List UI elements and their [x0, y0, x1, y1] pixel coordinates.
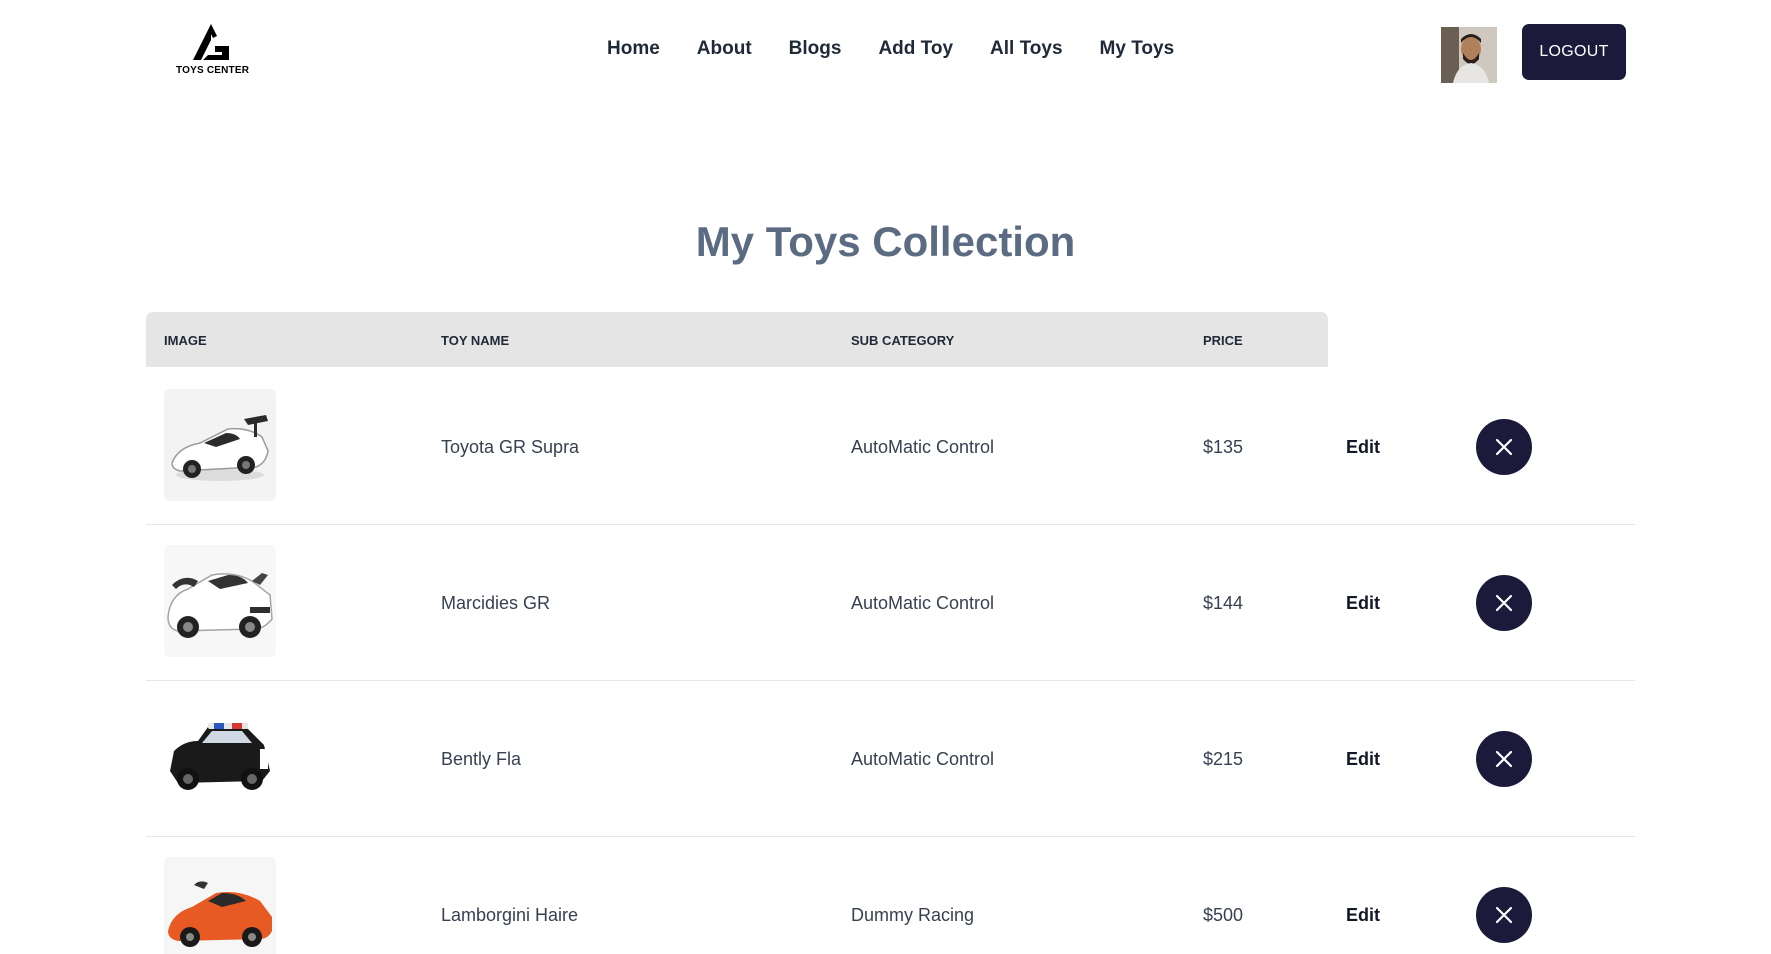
delete-button[interactable]: [1476, 419, 1532, 475]
toy-name: Toyota GR Supra: [441, 437, 580, 457]
nav-about[interactable]: About: [697, 38, 752, 60]
toy-image: [164, 857, 276, 954]
brand-logo[interactable]: TOYS CENTER: [176, 22, 250, 80]
toy-name: Lamborgini Haire: [441, 905, 579, 925]
delete-button[interactable]: [1476, 731, 1532, 787]
table-header: IMAGE TOY NAME SUB CATEGORY PRICE: [146, 312, 1328, 367]
toy-price: $215: [1203, 749, 1244, 769]
column-header-toy-name: TOY NAME: [441, 333, 510, 348]
toy-sub-category: AutoMatic Control: [851, 593, 995, 613]
toy-image: [164, 701, 276, 813]
close-icon: [1495, 906, 1513, 924]
toy-image: [164, 389, 276, 501]
nav-add-toy[interactable]: Add Toy: [878, 38, 953, 60]
table-row: Bently Fla AutoMatic Control $215 Edit: [146, 681, 1635, 837]
toys-center-logo-icon: [193, 24, 229, 60]
edit-button[interactable]: Edit: [1346, 593, 1380, 614]
edit-button[interactable]: Edit: [1346, 749, 1380, 770]
close-icon: [1495, 594, 1513, 612]
close-icon: [1495, 750, 1513, 768]
nav-all-toys[interactable]: All Toys: [990, 38, 1063, 60]
column-header-sub-category: SUB CATEGORY: [851, 333, 955, 348]
avatar-image: [1441, 27, 1497, 83]
table-row: Lamborgini Haire Dummy Racing $500 Edit: [146, 837, 1635, 954]
delete-button[interactable]: [1476, 575, 1532, 631]
page-title: My Toys Collection: [695, 218, 1076, 265]
delete-button[interactable]: [1476, 887, 1532, 943]
user-avatar[interactable]: [1441, 27, 1497, 83]
nav-blogs[interactable]: Blogs: [789, 38, 842, 60]
toy-name: Marcidies GR: [441, 593, 551, 613]
logo-text: TOYS CENTER: [176, 65, 250, 76]
column-header-price: PRICE: [1203, 333, 1243, 348]
close-icon: [1495, 438, 1513, 456]
table-row: Marcidies GR AutoMatic Control $144 Edit: [146, 525, 1635, 681]
toy-price: $144: [1203, 593, 1244, 613]
edit-button[interactable]: Edit: [1346, 437, 1380, 458]
site-header: TOYS CENTER Home About Blogs Add Toy All…: [0, 0, 1771, 100]
toy-sub-category: Dummy Racing: [851, 905, 975, 925]
toy-price: $500: [1203, 905, 1244, 925]
toy-image: [164, 545, 276, 657]
logout-button[interactable]: LOGOUT: [1522, 24, 1626, 80]
nav-my-toys[interactable]: My Toys: [1100, 38, 1175, 60]
toy-sub-category: AutoMatic Control: [851, 437, 995, 457]
table-row: Toyota GR Supra AutoMatic Control $135 E…: [146, 369, 1635, 525]
edit-button[interactable]: Edit: [1346, 905, 1380, 926]
nav-home[interactable]: Home: [607, 38, 660, 60]
toy-sub-category: AutoMatic Control: [851, 749, 995, 769]
toy-name: Bently Fla: [441, 749, 522, 769]
main-nav: Home About Blogs Add Toy All Toys My Toy…: [607, 38, 1211, 60]
column-header-image: IMAGE: [164, 333, 207, 348]
toy-price: $135: [1203, 437, 1244, 457]
